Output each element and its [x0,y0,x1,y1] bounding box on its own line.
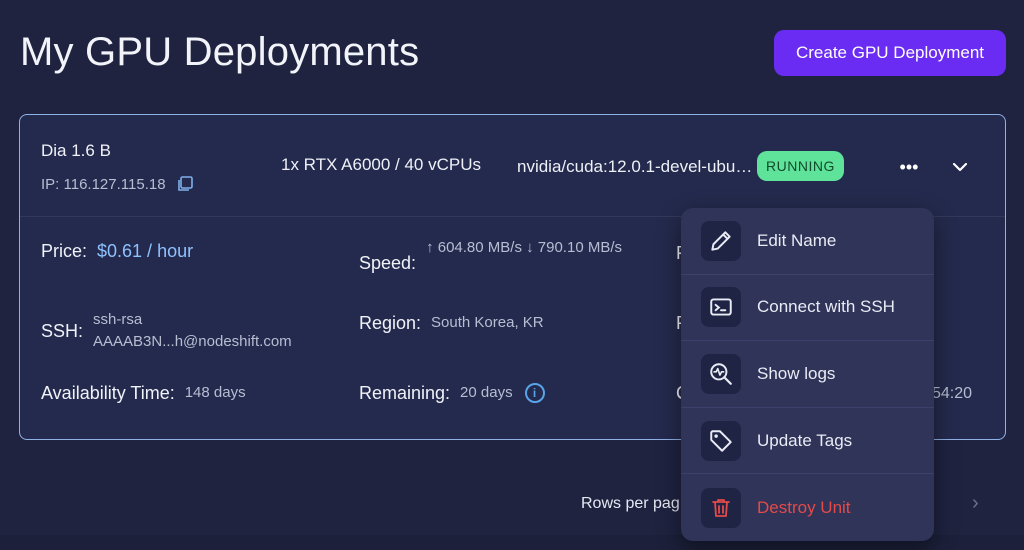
more-dots-icon: ••• [899,156,919,177]
region-value: South Korea, KR [431,314,544,331]
more-options-button[interactable]: ••• [893,153,925,181]
menu-item-edit-name[interactable]: Edit Name [681,208,934,275]
pencil-icon [701,220,741,261]
col3-row3-tail: 54:20 [932,385,973,402]
availability-value: 148 days [184,384,246,401]
container-image: nvidia/cuda:12.0.1-devel-ubuntu22.04 [517,157,753,176]
menu-item-label: Show logs [757,363,836,383]
deployment-name: Dia 1.6 B [41,141,111,160]
price-value: $0.61 / hour [97,241,194,261]
region-field: Region: South Korea, KR [359,312,544,334]
info-icon[interactable]: i [524,383,545,403]
ssh-label: SSH: [41,320,84,341]
page-title: My GPU Deployments [20,30,420,74]
tag-icon [701,420,741,461]
ssh-value-line2: AAAAB3N...h@nodeshift.com [93,333,292,350]
speed-field: Speed: ↑ 604.80 MB/s ↓ 790.10 MB/s [359,237,636,274]
trash-icon [701,487,741,528]
rows-per-page-label: Rows per pag [581,495,680,512]
menu-item-label: Update Tags [757,430,853,450]
menu-item-label: Connect with SSH [757,297,895,317]
status-badge: RUNNING [757,151,844,181]
deployment-ip-row: IP: 116.127.115.18 [41,175,194,193]
create-gpu-deployment-button[interactable]: Create GPU Deployment [774,30,1006,76]
chevron-down-icon [952,162,968,172]
menu-item-update-tags[interactable]: Update Tags [681,408,934,475]
menu-item-label: Destroy Unit [757,497,851,517]
gpu-spec: 1x RTX A6000 / 40 vCPUs [281,155,482,174]
region-label: Region: [359,312,422,333]
price-label: Price: [41,241,88,261]
logs-search-icon [701,353,741,394]
menu-item-destroy-unit[interactable]: Destroy Unit [681,474,934,541]
deployment-ip: IP: 116.127.115.18 [41,175,166,193]
remaining-value: 20 days [460,384,513,401]
menu-item-show-logs[interactable]: Show logs [681,341,934,408]
ssh-value-line1: ssh-rsa [93,311,143,328]
ssh-value: ssh-rsa AAAAB3N...h@nodeshift.com [93,309,292,353]
menu-item-label: Edit Name [757,230,837,250]
expand-chevron-button[interactable] [944,153,976,181]
actions-menu: Edit Name Connect with SSH Show logs Upd… [681,208,934,541]
speed-label: Speed: [359,253,417,273]
speed-value: ↑ 604.80 MB/s ↓ 790.10 MB/s [426,239,622,256]
menu-item-connect-ssh[interactable]: Connect with SSH [681,275,934,342]
terminal-icon [701,287,741,328]
price-field: Price: $0.61 / hour [41,241,193,262]
availability-field: Availability Time: 148 days [41,382,246,404]
remaining-field: Remaining: 20 days i [359,382,545,404]
next-page-button[interactable]: › [972,492,979,515]
ssh-field: SSH: ssh-rsa AAAAB3N...h@nodeshift.com [41,309,292,353]
copy-icon[interactable] [176,175,194,193]
availability-label: Availability Time: [41,382,175,403]
deployment-card-header[interactable]: Dia 1.6 B IP: 116.127.115.18 1x RTX A600… [20,115,1005,217]
remaining-label: Remaining: [359,382,451,403]
